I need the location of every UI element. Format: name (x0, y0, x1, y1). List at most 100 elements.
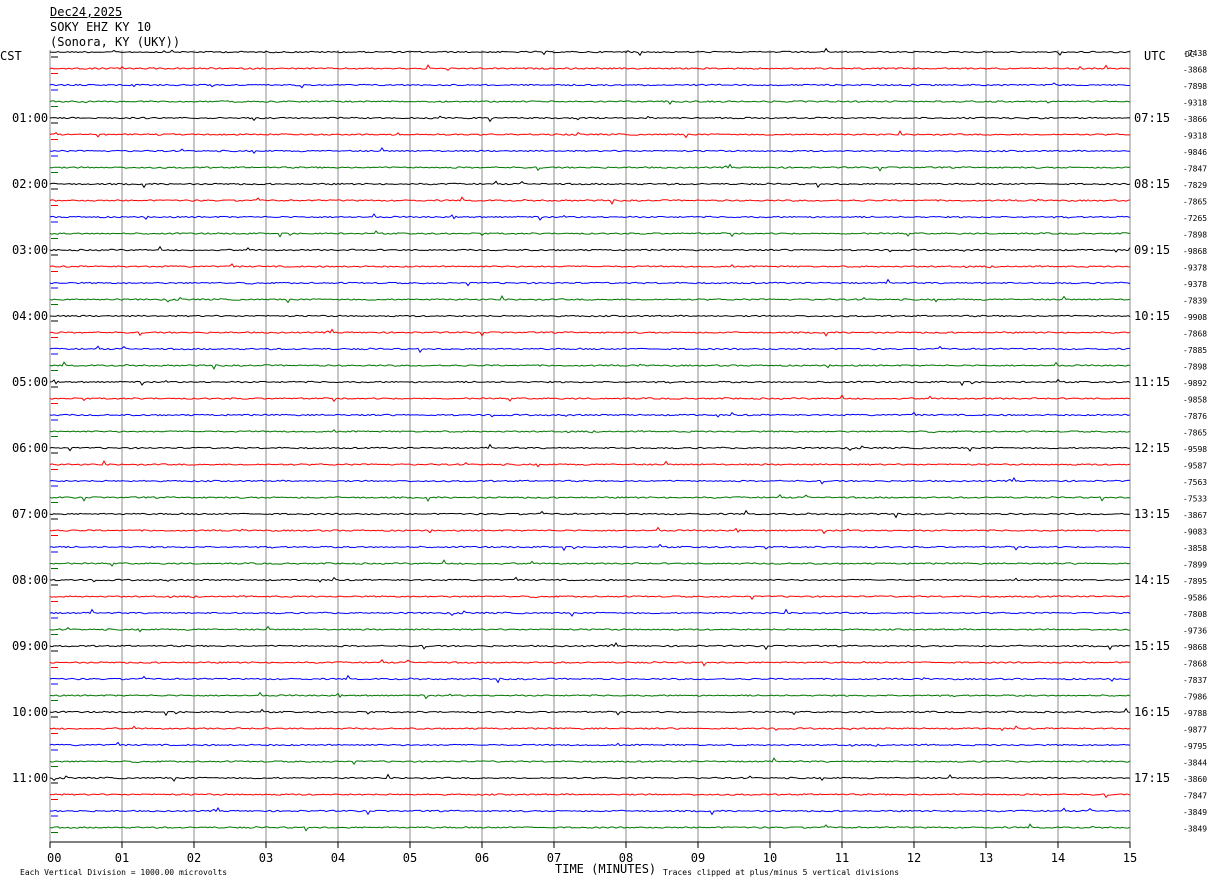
trace-line (49, 82, 1131, 89)
dc-offset-label: -7868 (1183, 330, 1207, 339)
left-hour-label: 09:00 (12, 639, 48, 653)
trace-line (49, 707, 1131, 717)
dc-offset-label: -7899 (1183, 561, 1207, 570)
dc-offset-label: -7837 (1183, 676, 1207, 685)
dc-corner-label: DC (1185, 50, 1195, 59)
trace-line (49, 725, 1131, 732)
dc-offset-label: -3866 (1183, 115, 1207, 124)
x-tick-label: 10 (763, 851, 777, 865)
trace-line (49, 278, 1131, 287)
x-tick-label: 12 (907, 851, 921, 865)
trace-line (49, 823, 1131, 832)
x-tick-label: 09 (691, 851, 705, 865)
trace-line (49, 163, 1131, 172)
right-hour-label: 08:15 (1134, 177, 1170, 191)
trace-line (49, 245, 1131, 253)
clip-note: Traces clipped at plus/minus 5 vertical … (663, 868, 899, 877)
dc-offset-label: -7865 (1183, 198, 1207, 207)
dc-offset-label: -7898 (1183, 231, 1207, 240)
dc-offset-label: -9846 (1183, 148, 1207, 157)
right-hour-label: 16:15 (1134, 705, 1170, 719)
left-hour-label: 08:00 (12, 573, 48, 587)
scale-note: Each Vertical Division = 1000.00 microvo… (20, 868, 227, 877)
dc-offset-label: -7808 (1183, 610, 1207, 619)
dc-offset-label: -9877 (1183, 726, 1207, 735)
dc-offset-label: -3844 (1183, 759, 1207, 768)
trace-line (49, 793, 1131, 799)
trace-line (49, 773, 1131, 782)
x-tick-label: 06 (475, 851, 489, 865)
x-tick-label: 14 (1051, 851, 1065, 865)
trace-line (49, 477, 1131, 485)
left-hour-label: 01:00 (12, 111, 48, 125)
dc-offset-label: -9598 (1183, 445, 1207, 454)
dc-offset-label: -3860 (1183, 775, 1207, 784)
trace-line (49, 345, 1130, 354)
axis-labels: 00 01 02 03 04 05 06 07 08 09 10 11 12 13 14 15-7438-38… (12, 49, 1207, 865)
seismogram-traces (49, 47, 1131, 833)
dc-offset-label: -9378 (1183, 280, 1207, 289)
trace-line (49, 509, 1130, 519)
left-hour-label: 02:00 (12, 177, 48, 191)
right-hour-label: 14:15 (1134, 573, 1170, 587)
x-tick-label: 01 (115, 851, 129, 865)
dc-offset-label: -7265 (1183, 214, 1207, 223)
dc-offset-label: -7885 (1183, 346, 1207, 355)
left-hour-label: 11:00 (12, 771, 48, 785)
trace-line (49, 361, 1131, 370)
trace-line (49, 394, 1131, 403)
dc-offset-label: -9868 (1183, 643, 1207, 652)
trace-line (49, 100, 1131, 105)
trace-line (49, 411, 1131, 418)
trace-line (49, 741, 1131, 747)
x-tick-label: 02 (187, 851, 201, 865)
x-tick-label: 00 (47, 851, 61, 865)
trace-line (49, 295, 1131, 304)
dc-offset-label: -7895 (1183, 577, 1207, 586)
dc-offset-label: -7898 (1183, 82, 1207, 91)
trace-line (49, 263, 1131, 269)
x-tick-label: 11 (835, 851, 849, 865)
trace-line (49, 213, 1131, 221)
x-tick-label: 05 (403, 851, 417, 865)
dc-offset-label: -9318 (1183, 99, 1207, 108)
trace-line (49, 757, 1131, 765)
dc-offset-label: -9586 (1183, 594, 1207, 603)
right-hour-label: 10:15 (1134, 309, 1170, 323)
dc-offset-label: -7563 (1183, 478, 1207, 487)
right-hour-label: 17:15 (1134, 771, 1170, 785)
dc-offset-label: -7533 (1183, 495, 1207, 504)
right-hour-label: 11:15 (1134, 375, 1170, 389)
trace-line (49, 691, 1131, 700)
left-hour-label: 04:00 (12, 309, 48, 323)
dc-offset-label: -7865 (1183, 429, 1207, 438)
trace-line (49, 47, 1131, 57)
trace-line (49, 642, 1131, 651)
trace-line (49, 147, 1131, 155)
right-hour-label: 15:15 (1134, 639, 1170, 653)
dc-offset-label: -9083 (1183, 528, 1207, 537)
dc-offset-label: -9788 (1183, 709, 1207, 718)
trace-line (49, 608, 1131, 617)
trace-line (49, 115, 1131, 123)
dc-offset-label: -9736 (1183, 627, 1207, 636)
x-axis-label: TIME (MINUTES) (555, 862, 656, 876)
trace-line (49, 659, 1131, 667)
right-hour-label: 09:15 (1134, 243, 1170, 257)
right-timezone-label: UTC (1144, 49, 1166, 63)
trace-line (50, 576, 1131, 583)
dc-offset-label: -9892 (1183, 379, 1207, 388)
dc-offset-label: -7847 (1183, 165, 1207, 174)
right-hour-label: 13:15 (1134, 507, 1170, 521)
dc-offset-label: -3858 (1183, 544, 1207, 553)
trace-line (49, 494, 1131, 502)
trace-line (49, 674, 1131, 684)
dc-offset-label: -9858 (1183, 396, 1207, 405)
trace-line (49, 443, 1131, 452)
dc-offset-label: -7868 (1183, 660, 1207, 669)
trace-line (49, 807, 1131, 816)
dc-offset-label: -3849 (1183, 825, 1207, 834)
dc-offset-label: -7876 (1183, 412, 1207, 421)
left-hour-label: 10:00 (12, 705, 48, 719)
dc-offset-label: -9318 (1183, 132, 1207, 141)
